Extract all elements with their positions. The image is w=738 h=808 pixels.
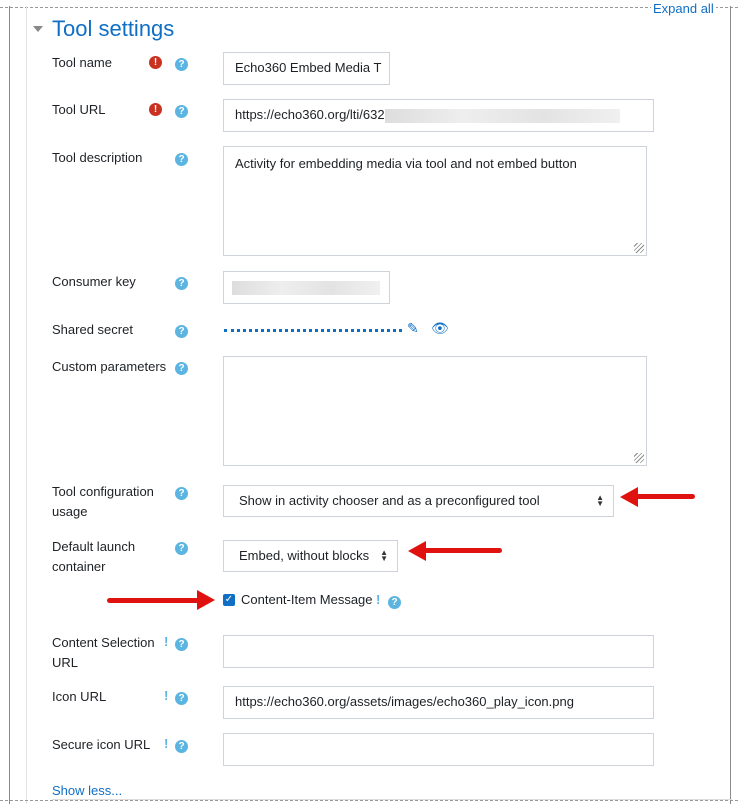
shared-secret-masked[interactable] (224, 329, 402, 332)
section-title[interactable]: Tool settings (52, 16, 174, 42)
resize-handle[interactable] (634, 243, 644, 253)
secure-icon-url-input[interactable] (223, 733, 654, 766)
tool-url-input[interactable]: https://echo360.org/lti/632 (223, 99, 654, 132)
default-launch-select[interactable]: Embed, without blocks ▲ ▼ (223, 540, 398, 572)
annotation-arrowhead (620, 487, 638, 507)
content-selection-url-input[interactable] (223, 635, 654, 668)
tool-config-usage-label: Tool configuration usage (52, 484, 154, 519)
help-icon[interactable]: ? (175, 325, 188, 338)
advanced-icon: ! (164, 634, 169, 649)
resize-handle[interactable] (634, 453, 644, 463)
select-arrows-icon: ▲ ▼ (596, 493, 604, 508)
advanced-icon: ! (164, 688, 169, 703)
content-item-checkbox[interactable]: ✓ (223, 594, 235, 606)
select-arrows-icon: ▲ ▼ (380, 548, 388, 563)
annotation-arrowhead (197, 590, 215, 610)
help-icon[interactable]: ? (175, 638, 188, 651)
advanced-icon: ! (376, 592, 381, 607)
pencil-edit-icon[interactable]: ✎ (407, 320, 419, 337)
default-launch-label: Default launch container (52, 539, 136, 574)
content-selection-url-label: Content Selection URL (52, 635, 155, 670)
help-icon[interactable]: ? (175, 105, 188, 118)
icon-url-label: Icon URL (52, 689, 107, 704)
redacted-blur (232, 280, 380, 295)
expand-all-link[interactable]: Expand all (651, 1, 716, 16)
tool-config-usage-value: Show in activity chooser and as a precon… (239, 493, 540, 508)
required-icon: ! (149, 56, 162, 69)
required-icon: ! (149, 103, 162, 116)
consumer-key-label: Consumer key (52, 274, 136, 289)
shared-secret-label: Shared secret (52, 322, 133, 337)
custom-parameters-textarea[interactable] (223, 356, 647, 466)
help-icon[interactable]: ? (175, 740, 188, 753)
default-launch-value: Embed, without blocks (239, 548, 370, 563)
show-less-link[interactable]: Show less... (52, 783, 122, 798)
annotation-arrow (107, 598, 199, 603)
help-icon[interactable]: ? (175, 542, 188, 555)
content-item-label[interactable]: Content-Item Message (241, 592, 373, 607)
eye-reveal-icon[interactable]: 👁 (431, 320, 449, 337)
tool-config-usage-select[interactable]: Show in activity chooser and as a precon… (223, 485, 614, 517)
custom-parameters-label: Custom parameters (52, 359, 167, 374)
help-icon[interactable]: ? (175, 487, 188, 500)
torn-edge-bottom (0, 800, 738, 804)
collapse-caret-icon[interactable] (33, 26, 43, 32)
help-icon[interactable]: ? (388, 596, 401, 609)
tool-description-textarea[interactable]: Activity for embedding media via tool an… (223, 146, 647, 256)
help-icon[interactable]: ? (175, 277, 188, 290)
tool-description-label: Tool description (52, 150, 143, 165)
secure-icon-url-label: Secure icon URL (52, 737, 151, 752)
annotation-arrowhead (408, 541, 426, 561)
annotation-arrow (636, 494, 695, 499)
tool-url-value: https://echo360.org/lti/632 (235, 107, 385, 122)
annotation-arrow (424, 548, 502, 553)
help-icon[interactable]: ? (175, 692, 188, 705)
redacted-blur (384, 108, 620, 123)
advanced-icon: ! (164, 736, 169, 751)
consumer-key-input[interactable] (223, 271, 390, 304)
help-icon[interactable]: ? (175, 362, 188, 375)
help-icon[interactable]: ? (175, 58, 188, 71)
help-icon[interactable]: ? (175, 153, 188, 166)
tool-name-input[interactable]: Echo360 Embed Media T (223, 52, 390, 85)
tool-description-value: Activity for embedding media via tool an… (235, 156, 577, 171)
icon-url-input[interactable]: https://echo360.org/assets/images/echo36… (223, 686, 654, 719)
